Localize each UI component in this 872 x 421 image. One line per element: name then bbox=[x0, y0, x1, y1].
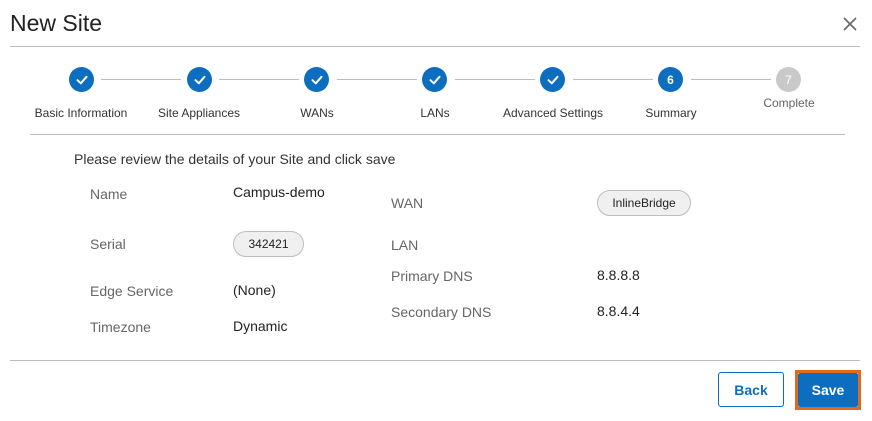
check-icon bbox=[547, 75, 558, 84]
title-divider bbox=[10, 46, 860, 47]
check-icon bbox=[429, 75, 440, 84]
secondary-dns-label: Secondary DNS bbox=[391, 304, 492, 320]
secondary-dns-value: 8.8.4.4 bbox=[597, 303, 640, 319]
close-icon bbox=[843, 17, 857, 31]
lan-label: LAN bbox=[391, 237, 419, 253]
step-connector bbox=[691, 79, 771, 80]
primary-dns-value: 8.8.8.8 bbox=[597, 267, 640, 283]
step-1-indicator bbox=[69, 67, 94, 92]
step-7-label: Complete bbox=[763, 96, 815, 110]
check-icon bbox=[194, 75, 205, 84]
dialog-title: New Site bbox=[10, 10, 103, 36]
timezone-value: Dynamic bbox=[233, 318, 288, 334]
close-button[interactable] bbox=[838, 12, 862, 36]
step-2-indicator bbox=[187, 67, 212, 92]
step-2-label: Site Appliances bbox=[157, 106, 241, 120]
primary-dns-label: Primary DNS bbox=[391, 268, 473, 284]
timezone-label: Timezone bbox=[90, 319, 151, 335]
step-connector bbox=[219, 79, 299, 80]
wan-label: WAN bbox=[391, 195, 424, 211]
wan-chip: InlineBridge bbox=[597, 190, 691, 216]
back-button[interactable]: Back bbox=[718, 372, 784, 407]
step-connector bbox=[573, 79, 653, 80]
stepper-divider bbox=[30, 134, 845, 135]
name-value: Campus-demo bbox=[233, 184, 325, 200]
step-7-indicator: 7 bbox=[776, 67, 801, 92]
step-connector bbox=[337, 79, 417, 80]
step-6-indicator: 6 bbox=[658, 67, 683, 92]
check-icon bbox=[76, 75, 87, 84]
edge-service-value: (None) bbox=[233, 282, 276, 298]
name-label: Name bbox=[90, 186, 128, 202]
step-5-label: Advanced Settings bbox=[502, 106, 604, 120]
step-4-label: LANs bbox=[420, 106, 450, 120]
step-6-label: Summary bbox=[645, 106, 697, 120]
step-connector bbox=[455, 79, 535, 80]
check-icon bbox=[311, 75, 322, 84]
save-button[interactable]: Save bbox=[798, 373, 858, 407]
wizard-stepper: Basic Information Site Appliances WANs L… bbox=[0, 64, 872, 134]
step-3-label: WANs bbox=[300, 106, 334, 120]
step-connector bbox=[101, 79, 181, 80]
step-1-label: Basic Information bbox=[34, 106, 128, 120]
step-4-indicator bbox=[422, 67, 447, 92]
serial-chip: 342421 bbox=[233, 231, 304, 257]
footer-divider bbox=[10, 360, 860, 361]
step-3-indicator bbox=[304, 67, 329, 92]
step-5-indicator bbox=[540, 67, 565, 92]
serial-label: Serial bbox=[90, 236, 126, 252]
edge-service-label: Edge Service bbox=[90, 283, 174, 299]
review-instructions: Please review the details of your Site a… bbox=[74, 151, 396, 167]
